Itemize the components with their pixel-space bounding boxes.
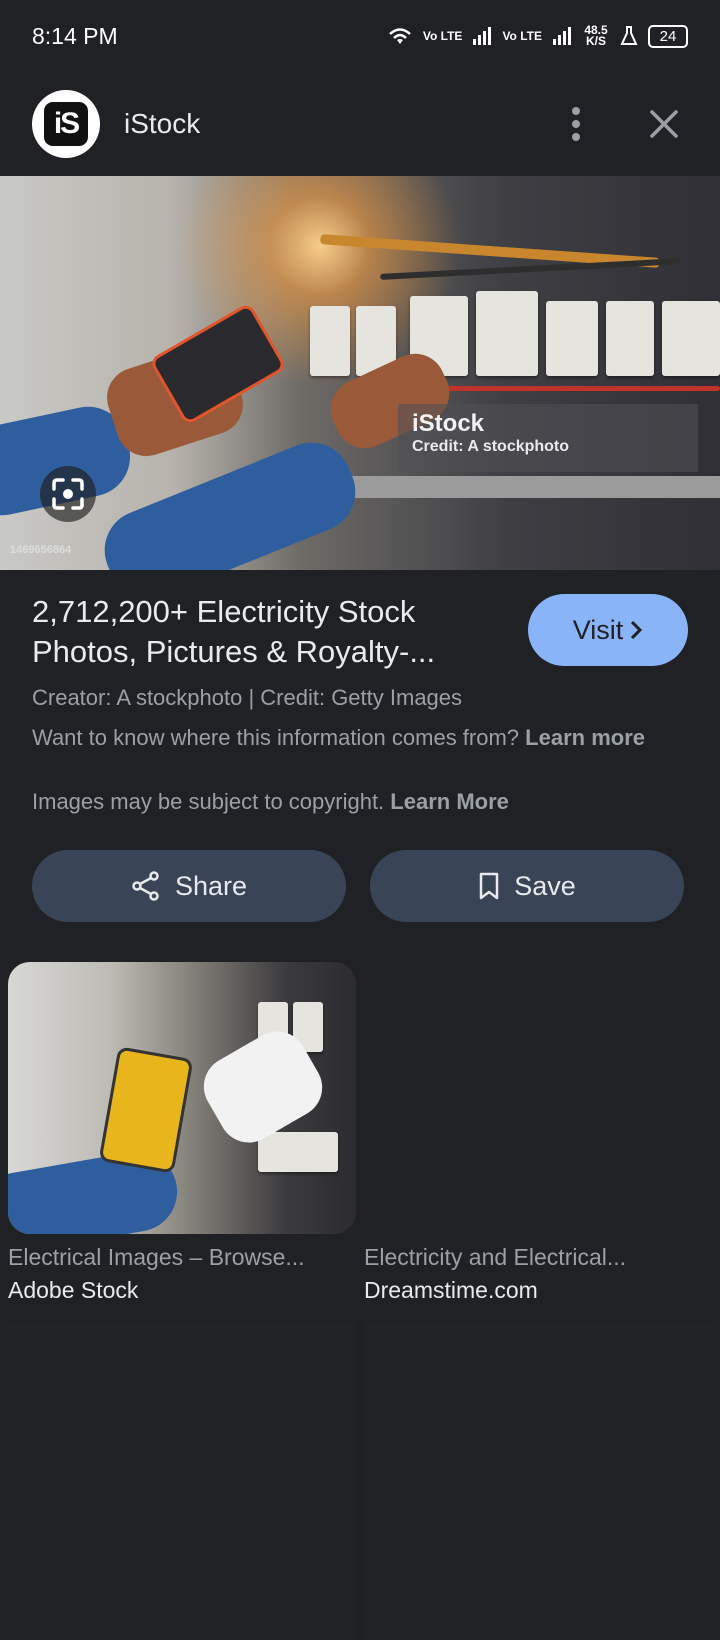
related-result-source: Adobe Stock — [8, 1277, 139, 1303]
signal-icon — [473, 27, 492, 45]
related-result-card[interactable]: Electrical Images – Browse... Adobe Stoc… — [8, 962, 356, 1304]
network-label-2: Vo LTE — [502, 28, 542, 43]
related-thumbnail-placeholder[interactable] — [364, 962, 712, 1234]
related-thumbnail[interactable] — [8, 962, 356, 1234]
share-button[interactable]: Share — [32, 850, 346, 922]
more-options-button[interactable] — [552, 100, 600, 148]
learn-more-link[interactable]: Learn more — [525, 725, 645, 750]
camera-lens-icon — [52, 478, 84, 510]
related-result-title: Electricity and Electrical... — [364, 1244, 627, 1270]
site-logo[interactable]: iS — [32, 90, 100, 158]
share-label: Share — [174, 870, 248, 901]
site-logo-text: iS — [44, 102, 88, 146]
chevron-right-icon — [631, 620, 643, 640]
image-id: 1469656864 — [10, 544, 72, 556]
copyright-line: Images may be subject to copyright. Lear… — [32, 786, 692, 818]
action-row: Share Save — [32, 850, 684, 922]
save-label: Save — [514, 870, 576, 901]
save-button[interactable]: Save — [370, 850, 684, 922]
network-speed: 48.5 K/S — [584, 23, 608, 48]
loading-placeholder — [364, 1322, 712, 1640]
status-icons: Vo LTE Vo LTE 48.5 K/S 24 — [387, 23, 688, 48]
visit-button[interactable]: Visit — [528, 594, 688, 666]
signal-icon — [553, 27, 571, 45]
loading-placeholder — [8, 1322, 356, 1640]
lens-search-button[interactable] — [40, 466, 96, 522]
related-result-card[interactable]: Electricity and Electrical... Dreamstime… — [364, 962, 712, 1304]
copyright-prefix: Images may be subject to copyright. — [32, 789, 385, 814]
visit-label: Visit — [572, 614, 624, 645]
more-vert-icon — [572, 107, 580, 141]
watermark-brand: iStock — [412, 410, 485, 437]
close-icon — [650, 110, 678, 138]
info-prefix: Want to know where this information come… — [32, 725, 520, 750]
close-button[interactable] — [640, 100, 688, 148]
status-time: 8:14 PM — [32, 22, 118, 49]
status-bar: 8:14 PM Vo LTE Vo LTE 48.5 K/S 24 — [0, 0, 720, 72]
creator-line: Creator: A stockphoto | Credit: Getty Im… — [32, 685, 463, 710]
share-icon — [132, 871, 159, 901]
preview-image-art — [0, 176, 720, 570]
source-header: iS iStock — [0, 82, 720, 166]
related-thumbnail-art — [8, 962, 356, 1234]
copyright-learn-more-link[interactable]: Learn More — [390, 789, 509, 814]
related-result-title: Electrical Images – Browse... — [8, 1244, 305, 1270]
site-name[interactable]: iStock — [124, 108, 552, 140]
watermark-credit: Credit: A stockphoto — [412, 438, 570, 455]
info-source-line: Want to know where this information come… — [32, 722, 692, 754]
preview-image[interactable]: iStock Credit: A stockphoto 1469656864 — [0, 176, 720, 570]
result-title[interactable]: 2,712,200+ Electricity Stock Photos, Pic… — [32, 592, 502, 672]
bookmark-icon — [479, 872, 499, 900]
related-result-source: Dreamstime.com — [364, 1277, 538, 1303]
image-watermark: iStock Credit: A stockphoto — [398, 404, 698, 472]
wifi-icon — [389, 28, 411, 44]
flask-icon — [620, 26, 638, 45]
network-label-1: Vo LTE — [422, 28, 463, 43]
battery-indicator: 24 — [648, 24, 688, 48]
